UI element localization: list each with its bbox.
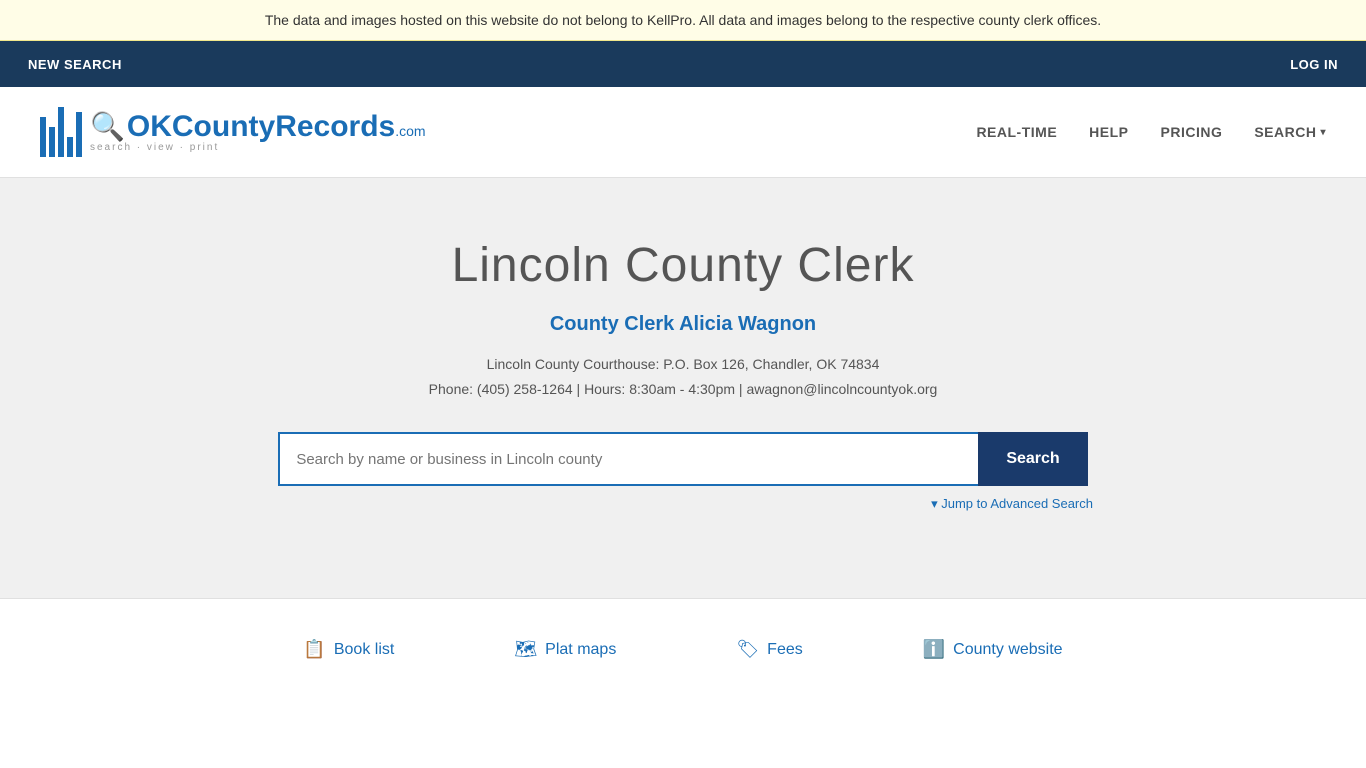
chevron-down-icon: ▾ xyxy=(1320,127,1326,138)
nav-help[interactable]: HELP xyxy=(1089,124,1128,140)
logo-bar-2 xyxy=(49,127,55,157)
fees-label: Fees xyxy=(767,641,803,659)
advanced-search-container: ▾ Jump to Advanced Search xyxy=(273,496,1093,512)
footer-book-list-link[interactable]: 📋 Book list xyxy=(303,639,394,660)
nav-search[interactable]: SEARCH ▾ xyxy=(1254,124,1326,140)
book-list-icon: 📋 xyxy=(303,639,325,660)
footer-county-website-link[interactable]: ℹ️ County website xyxy=(923,639,1063,660)
nav-real-time[interactable]: REAL-TIME xyxy=(976,124,1057,140)
logo[interactable]: 🔍 OKCountyRecords.com search · view · pr… xyxy=(40,107,426,157)
logo-brand: 🔍 OKCountyRecords.com xyxy=(90,112,426,142)
logo-tagline: search · view · print xyxy=(90,142,219,153)
logo-dotcom: .com xyxy=(395,124,425,138)
log-in-link[interactable]: LOG IN xyxy=(1282,45,1346,84)
clerk-name: County Clerk Alicia Wagnon xyxy=(20,313,1346,336)
plat-maps-icon: 🗺 xyxy=(514,639,537,660)
site-header: 🔍 OKCountyRecords.com search · view · pr… xyxy=(0,87,1366,178)
address-line2: Phone: (405) 258-1264 | Hours: 8:30am - … xyxy=(20,377,1346,402)
county-website-label: County website xyxy=(953,641,1062,659)
banner-text: The data and images hosted on this websi… xyxy=(265,12,1101,28)
logo-bar-1 xyxy=(40,117,46,157)
magnifier-icon: 🔍 xyxy=(90,113,125,141)
logo-bar-3 xyxy=(58,107,64,157)
nav-bar: NEW SEARCH LOG IN xyxy=(0,41,1366,87)
plat-maps-label: Plat maps xyxy=(545,641,616,659)
fees-icon: 🏷 xyxy=(736,639,759,660)
header-nav: REAL-TIME HELP PRICING SEARCH ▾ xyxy=(976,124,1326,140)
advanced-search-link[interactable]: ▾ Jump to Advanced Search xyxy=(931,496,1093,512)
footer-plat-maps-link[interactable]: 🗺 Plat maps xyxy=(514,639,616,660)
search-container: Search xyxy=(20,432,1346,486)
county-title: Lincoln County Clerk xyxy=(20,238,1346,293)
county-address: Lincoln County Courthouse: P.O. Box 126,… xyxy=(20,352,1346,402)
logo-bar-5 xyxy=(76,112,82,157)
logo-bar-4 xyxy=(67,137,73,157)
logo-bars xyxy=(40,107,82,157)
county-website-icon: ℹ️ xyxy=(923,639,945,660)
logo-brand-text: OKCountyRecords xyxy=(127,112,395,142)
address-line1: Lincoln County Courthouse: P.O. Box 126,… xyxy=(20,352,1346,377)
footer: 📋 Book list 🗺 Plat maps 🏷 Fees ℹ️ County… xyxy=(0,598,1366,700)
main-content: Lincoln County Clerk County Clerk Alicia… xyxy=(0,178,1366,598)
nav-pricing[interactable]: PRICING xyxy=(1161,124,1223,140)
nav-search-label: SEARCH xyxy=(1254,124,1316,140)
search-button[interactable]: Search xyxy=(978,432,1087,486)
new-search-link[interactable]: NEW SEARCH xyxy=(20,45,130,84)
top-banner: The data and images hosted on this websi… xyxy=(0,0,1366,41)
footer-fees-link[interactable]: 🏷 Fees xyxy=(736,639,802,660)
logo-main: 🔍 OKCountyRecords.com search · view · pr… xyxy=(90,112,426,153)
search-input[interactable] xyxy=(278,432,978,486)
book-list-label: Book list xyxy=(334,641,394,659)
